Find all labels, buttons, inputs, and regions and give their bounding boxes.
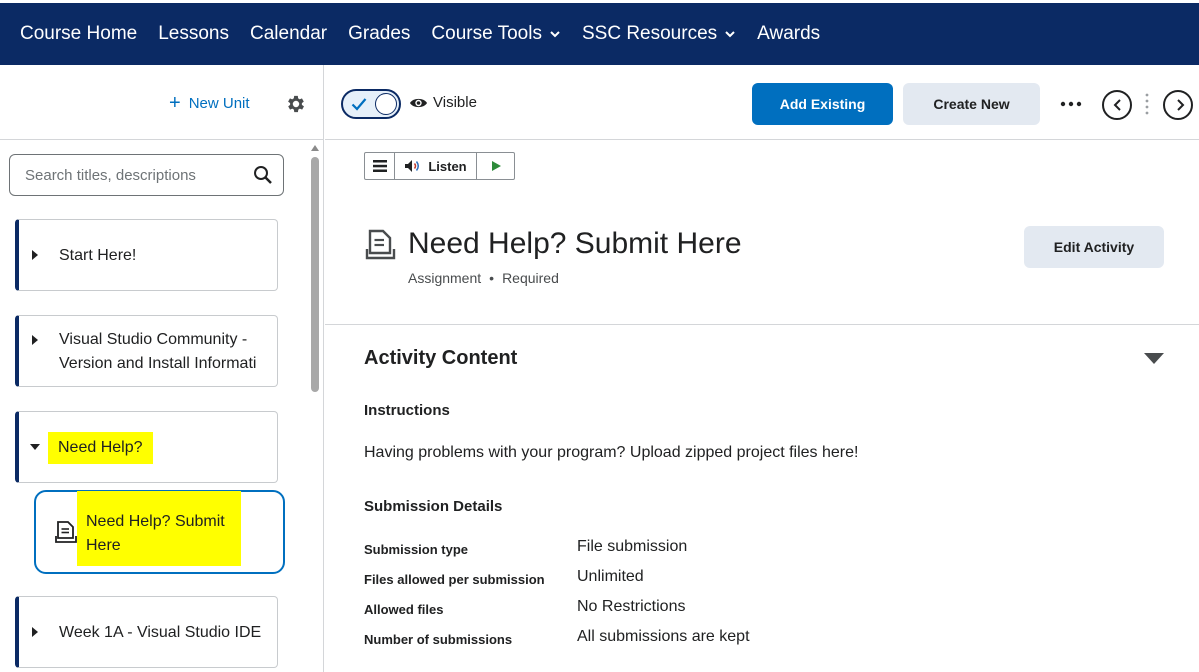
detail-value: All submissions are kept: [577, 628, 750, 645]
submission-details-heading: Submission Details: [364, 498, 503, 515]
detail-key: Allowed files: [364, 602, 444, 617]
drag-separator-icon: [1145, 93, 1149, 115]
nav-lessons[interactable]: Lessons: [158, 23, 229, 45]
unit-label: Week 1A - Visual Studio IDE: [59, 624, 262, 641]
nav-grades[interactable]: Grades: [348, 23, 410, 45]
readspeaker-toolbar: Listen: [364, 152, 515, 180]
detail-value: File submission: [577, 538, 688, 555]
next-activity-button[interactable]: [1163, 90, 1193, 120]
nav-awards-label: Awards: [757, 23, 821, 44]
checkmark-icon: [351, 98, 367, 111]
unit-label: Visual Studio Community - Version and In…: [59, 331, 257, 372]
activity-title: Need Help? Submit Here: [408, 227, 742, 260]
listen-menu-button[interactable]: [365, 153, 395, 179]
activity-requirement: Required: [502, 270, 559, 286]
listen-play-button[interactable]: [477, 153, 514, 179]
scroll-up-arrow-icon[interactable]: [311, 145, 319, 151]
detail-value: Unlimited: [577, 568, 644, 585]
unit-need-help[interactable]: Need Help?: [15, 411, 278, 483]
more-options-icon[interactable]: [1060, 101, 1082, 107]
chevron-right-icon: [1177, 99, 1185, 111]
activity-content-heading: Activity Content: [364, 347, 518, 369]
detail-key: Number of submissions: [364, 632, 513, 647]
detail-key: Files allowed per submission: [364, 572, 545, 587]
new-unit-button[interactable]: + New Unit: [169, 93, 250, 113]
new-unit-label: New Unit: [188, 94, 250, 112]
activity-label: Need Help? Submit Here: [77, 491, 241, 566]
previous-activity-button[interactable]: [1102, 90, 1132, 120]
expand-caret-icon[interactable]: [32, 627, 38, 637]
activity-toolbar: Visible Add Existing Create New: [325, 65, 1199, 140]
unit-label: Start Here!: [59, 247, 137, 264]
section-divider: [325, 324, 1199, 325]
nav-calendar[interactable]: Calendar: [250, 23, 327, 45]
activity-type: Assignment: [408, 270, 482, 286]
sidebar-scrollbar[interactable]: [311, 157, 319, 392]
sidebar-toolbar: + New Unit: [0, 65, 323, 140]
nav-ssc-resources[interactable]: SSC Resources: [582, 23, 736, 45]
activity-meta: Assignment • Required: [408, 270, 559, 286]
expand-caret-icon[interactable]: [32, 335, 38, 345]
unit-label: Need Help?: [48, 432, 153, 464]
chevron-down-icon: [725, 31, 735, 38]
collapse-caret-icon[interactable]: [30, 444, 40, 450]
play-icon: [491, 161, 501, 171]
edit-activity-button[interactable]: Edit Activity: [1024, 226, 1164, 268]
instructions-text: Having problems with your program? Uploa…: [364, 444, 859, 461]
menu-icon: [372, 160, 387, 172]
toggle-knob: [375, 93, 397, 115]
search-icon[interactable]: [253, 165, 273, 185]
activity-need-help-submit[interactable]: Need Help? Submit Here: [34, 490, 285, 574]
nav-awards[interactable]: Awards: [757, 23, 820, 45]
nav-calendar-label: Calendar: [250, 23, 328, 44]
detail-row: Submission type File submission: [364, 538, 1164, 560]
visible-label: Visible: [433, 94, 477, 111]
unit-visual-studio-community[interactable]: Visual Studio Community - Version and In…: [15, 315, 278, 387]
detail-row: Files allowed per submission Unlimited: [364, 568, 1164, 590]
nav-ssc-resources-label: SSC Resources: [581, 23, 718, 44]
detail-row: Allowed files No Restrictions: [364, 598, 1164, 620]
unit-week-1a[interactable]: Week 1A - Visual Studio IDE: [15, 596, 278, 668]
create-new-button[interactable]: Create New: [903, 83, 1040, 125]
assignment-document-icon: [365, 229, 396, 260]
detail-value: No Restrictions: [577, 598, 686, 615]
plus-icon: +: [169, 92, 181, 114]
nav-course-home[interactable]: Course Home: [20, 23, 137, 45]
collapse-triangle-icon[interactable]: [1144, 353, 1164, 364]
detail-key: Submission type: [364, 542, 469, 557]
instructions-heading: Instructions: [364, 402, 450, 419]
gear-icon[interactable]: [285, 93, 307, 115]
visibility-toggle[interactable]: [341, 89, 401, 119]
unit-search: [9, 154, 284, 196]
visibility-status: Visible: [409, 94, 477, 111]
chevron-left-icon: [1113, 99, 1121, 111]
nav-grades-label: Grades: [348, 23, 411, 44]
nav-lessons-label: Lessons: [158, 23, 229, 44]
expand-caret-icon[interactable]: [32, 250, 38, 260]
assignment-document-icon: [55, 521, 77, 543]
course-navbar: Course Home Lessons Calendar Grades Cour…: [0, 0, 1199, 65]
nav-course-home-label: Course Home: [20, 23, 138, 44]
listen-label: Listen: [428, 158, 467, 174]
speaker-icon: [405, 160, 420, 172]
nav-course-tools-label: Course Tools: [431, 23, 542, 44]
meta-separator: •: [489, 270, 495, 286]
listen-button[interactable]: Listen: [395, 153, 477, 179]
unit-sidebar: + New Unit Start Here! Visual Studio Com…: [0, 65, 324, 672]
detail-row: Number of submissions All submissions ar…: [364, 628, 1164, 650]
nav-course-tools[interactable]: Course Tools: [431, 23, 561, 45]
eye-icon: [410, 98, 427, 107]
add-existing-button[interactable]: Add Existing: [752, 83, 893, 125]
unit-start-here[interactable]: Start Here!: [15, 219, 278, 291]
chevron-down-icon: [550, 31, 560, 38]
search-input[interactable]: [25, 166, 245, 184]
